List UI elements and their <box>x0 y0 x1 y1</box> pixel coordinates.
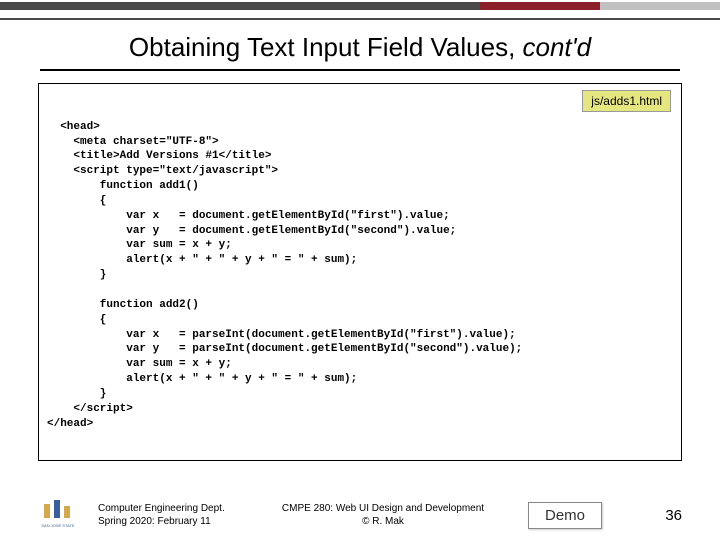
code-content: <head> <meta charset="UTF-8"> <title>Add… <box>47 121 522 430</box>
course-line1: CMPE 280: Web UI Design and Development <box>268 502 498 515</box>
file-label: js/adds1.html <box>582 90 671 112</box>
footer-dept: Computer Engineering Dept. Spring 2020: … <box>98 502 268 528</box>
dept-line2: Spring 2020: February 11 <box>98 515 268 528</box>
footer-course: CMPE 280: Web UI Design and Development … <box>268 502 498 528</box>
title-italic: cont'd <box>523 32 592 62</box>
demo-button[interactable]: Demo <box>528 502 602 529</box>
sjsu-logo-icon: SAN JOSÉ STATE <box>38 500 78 530</box>
slide-title: Obtaining Text Input Field Values, cont'… <box>0 32 720 63</box>
code-block: js/adds1.html <head> <meta charset="UTF-… <box>38 83 682 461</box>
page-number: 36 <box>665 507 682 524</box>
slide-footer: SAN JOSÉ STATE Computer Engineering Dept… <box>0 500 720 530</box>
decorative-top-bar <box>0 0 720 20</box>
course-line2: © R. Mak <box>268 515 498 528</box>
title-underline <box>40 69 680 71</box>
dept-line1: Computer Engineering Dept. <box>98 502 268 515</box>
title-text: Obtaining Text Input Field Values, <box>129 32 523 62</box>
svg-text:SAN JOSÉ STATE: SAN JOSÉ STATE <box>41 523 75 528</box>
